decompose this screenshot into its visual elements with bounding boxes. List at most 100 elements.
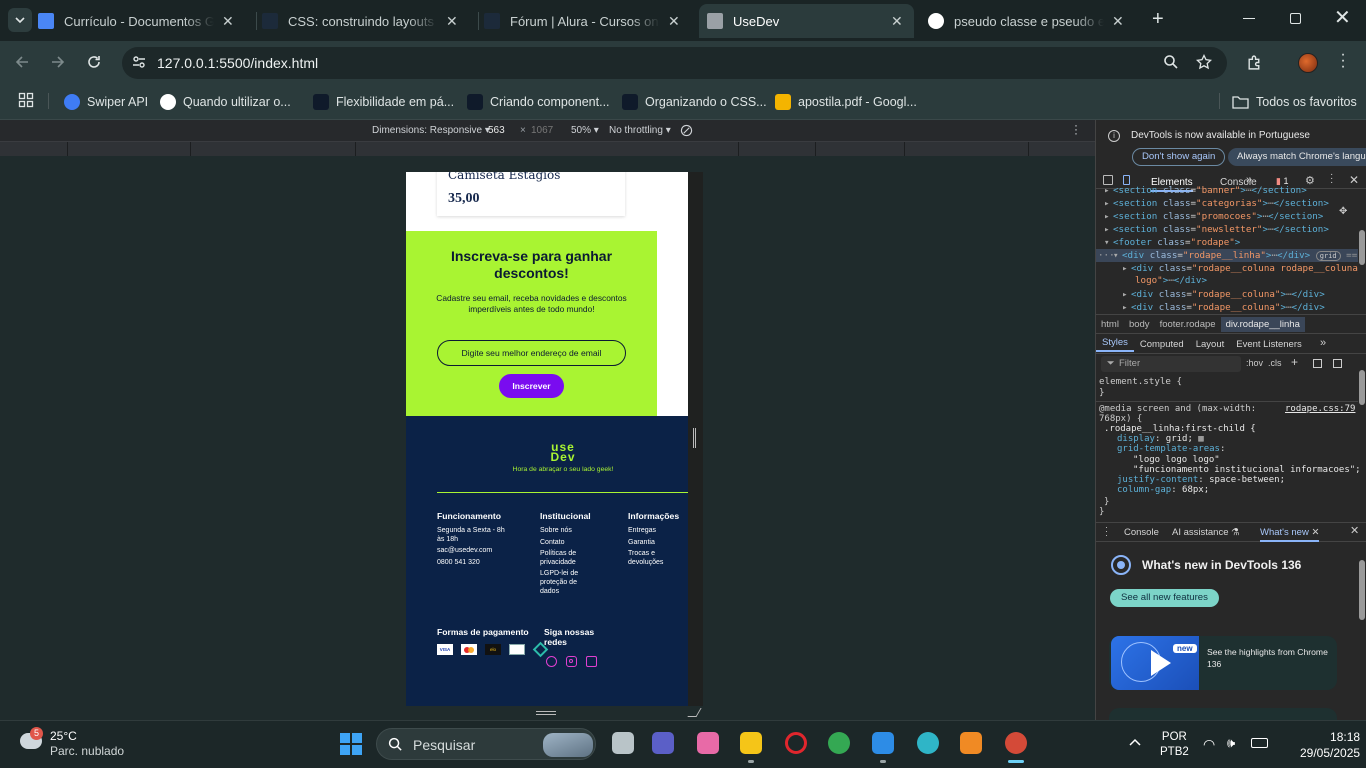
col-link[interactable]: LGPD-lei de proteção de dados <box>540 570 590 596</box>
rule-selector[interactable]: .rodape__linha:first-child { <box>1104 424 1256 434</box>
width-input[interactable]: 563 <box>488 125 505 136</box>
dom-node[interactable]: ▾ <div class="rodape__linha">⋯</div> grid… <box>1096 249 1358 262</box>
devtools-menu-icon[interactable]: · · · <box>1330 170 1333 188</box>
forward-button[interactable] <box>50 54 66 75</box>
site-logo[interactable]: use Dev <box>543 441 583 463</box>
email-input[interactable]: Digite seu melhor endereço de email <box>437 340 626 366</box>
edge-icon[interactable] <box>917 732 939 754</box>
col-link[interactable]: Trocas e devoluções <box>628 550 674 567</box>
tab-3[interactable]: Fórum | Alura - Cursos onlin ✕ <box>484 4 684 38</box>
maximize-button[interactable] <box>1290 13 1301 24</box>
drawer-tab-console[interactable]: Console <box>1124 527 1159 538</box>
tab-1[interactable]: Currículo - Documentos Goo ✕ <box>38 4 238 38</box>
dimensions-dropdown[interactable]: Dimensions: Responsive ▾ <box>372 125 490 136</box>
bookmark-star-icon[interactable] <box>1195 53 1213 75</box>
css-declaration[interactable]: display: grid; ▦ <box>1117 434 1361 444</box>
clock[interactable]: 18:18 29/05/2025 <box>1300 729 1360 761</box>
expand-arrow-icon[interactable]: ▸ <box>1122 288 1128 301</box>
dom-node[interactable]: ▸ <div class="rodape__coluna rodape__colu… <box>1096 262 1358 275</box>
css-declaration[interactable]: "logo logo logo" <box>1117 455 1361 465</box>
back-button[interactable] <box>14 54 30 75</box>
styles-tab[interactable]: Event Listeners <box>1230 339 1307 350</box>
device-toggle-icon[interactable] <box>1123 175 1130 185</box>
dom-node[interactable]: ▸ <div class="rodape__coluna">⋯</div> <box>1096 301 1358 312</box>
dom-node-continuation[interactable]: logo">⋯</div> <box>1135 275 1207 286</box>
add-rule-icon[interactable]: + <box>1291 355 1298 369</box>
new-tab-button[interactable]: + <box>1152 9 1170 29</box>
bookmark-item[interactable]: Organizando o CSS... <box>622 91 767 113</box>
close-tab-icon[interactable]: ✕ <box>1112 13 1124 30</box>
col-link[interactable]: Entregas <box>628 527 688 536</box>
styles-scrollbar[interactable] <box>1359 370 1365 405</box>
drawer-tab-ai[interactable]: AI assistance ⚗ <box>1172 527 1240 538</box>
bookmark-item[interactable]: Criando component... <box>467 91 610 113</box>
inspect-element-icon[interactable] <box>1103 175 1113 185</box>
expand-arrow-icon[interactable]: ▸ <box>1104 223 1110 236</box>
instagram-icon[interactable] <box>566 656 577 667</box>
bookmark-item[interactable]: Flexibilidade em pá... <box>313 91 454 113</box>
css-declaration[interactable]: column-gap: 68px; <box>1117 485 1361 495</box>
close-tab-icon[interactable]: ✕ <box>446 13 458 30</box>
styles-tab[interactable]: Styles <box>1096 337 1134 352</box>
bookmark-item[interactable]: Swiper API <box>64 91 148 113</box>
file-explorer-icon[interactable] <box>612 732 634 754</box>
language-indicator[interactable]: POR PTB2 <box>1160 730 1189 760</box>
close-tab-icon[interactable]: ✕ <box>222 13 234 30</box>
throttle-dropdown[interactable]: No throttling ▾ <box>609 125 671 136</box>
close-devtools-icon[interactable]: ✕ <box>1349 173 1359 187</box>
bottom-resize-handle[interactable] <box>536 711 556 715</box>
address-text[interactable]: 127.0.0.1:5500/index.html <box>157 55 318 71</box>
product-card[interactable]: Camiseta Estágios 35,00 <box>437 172 625 216</box>
see-all-features-button[interactable]: See all new features <box>1110 589 1219 607</box>
drawer-scrollbar[interactable] <box>1359 560 1365 620</box>
css-declaration[interactable]: justify-content: space-between; <box>1117 475 1361 485</box>
expand-arrow-icon[interactable]: ▸ <box>1122 262 1128 275</box>
breadcrumb-item[interactable]: body <box>1124 317 1155 332</box>
vscode-icon[interactable] <box>872 732 894 754</box>
minimize-button[interactable] <box>1243 18 1255 19</box>
folder-icon[interactable] <box>740 732 762 754</box>
dom-node[interactable]: ▸ <div class="rodape__coluna">⋯</div> <box>1096 288 1358 301</box>
expand-arrow-icon[interactable]: ▸ <box>1104 210 1110 223</box>
blender-icon[interactable] <box>960 732 982 754</box>
dom-node[interactable]: ▸ <section class="promocoes">⋯</section> <box>1096 210 1358 223</box>
rotate-icon[interactable] <box>680 124 693 140</box>
close-tab-icon[interactable]: ✕ <box>1311 527 1319 538</box>
taskbar-search[interactable]: Pesquisar <box>376 728 596 760</box>
profile-avatar[interactable] <box>1298 53 1318 73</box>
expand-arrow-icon[interactable]: ▸ <box>1104 197 1110 210</box>
tiktok-icon[interactable] <box>586 656 597 667</box>
new-style-icon[interactable]: ✥ <box>1339 206 1347 217</box>
css-declaration[interactable]: grid-template-areas: <box>1117 444 1361 454</box>
col-item[interactable]: sac@usedev.com <box>437 547 532 556</box>
rule-source-link[interactable]: rodape.css:79 <box>1285 404 1355 414</box>
extensions-icon[interactable] <box>1246 54 1263 76</box>
dont-show-button[interactable]: Don't show again <box>1132 148 1226 166</box>
cls-toggle[interactable]: .cls <box>1268 358 1282 368</box>
close-drawer-icon[interactable]: ✕ <box>1350 524 1359 537</box>
drawer-tab-whats-new[interactable]: What's new ✕ <box>1260 527 1320 542</box>
styles-tab[interactable]: Layout <box>1190 339 1231 350</box>
chrome-icon[interactable] <box>828 732 850 754</box>
dom-scrollbar[interactable] <box>1359 230 1365 265</box>
close-tab-icon[interactable]: ✕ <box>891 13 903 30</box>
opera-icon[interactable] <box>785 732 807 754</box>
close-window-button[interactable]: ✕ <box>1334 8 1351 28</box>
col-link[interactable]: Políticas de privacidade <box>540 550 592 567</box>
dom-node[interactable]: ▾ <footer class="rodape"> <box>1096 236 1358 249</box>
start-button[interactable] <box>340 733 362 755</box>
height-input[interactable]: 1067 <box>531 125 553 136</box>
dom-node[interactable]: ▸ <section class="newsletter">⋯</section> <box>1096 223 1358 236</box>
hov-toggle[interactable]: :hov <box>1246 358 1263 368</box>
breadcrumb-item[interactable]: html <box>1096 317 1124 332</box>
all-bookmarks-folder[interactable]: Todos os favoritos <box>1232 91 1357 113</box>
close-tab-icon[interactable]: ✕ <box>668 13 680 30</box>
css-declaration[interactable]: "funcionamento institucional informacoes… <box>1117 465 1361 475</box>
computed-toggle-icon[interactable] <box>1313 359 1322 368</box>
col-link[interactable]: Contato <box>540 539 610 548</box>
sidebar-toggle-icon[interactable] <box>1333 359 1342 368</box>
whatsapp-icon[interactable] <box>546 656 557 667</box>
device-toolbar-menu-icon[interactable]: · · · <box>1074 119 1078 139</box>
styles-filter[interactable]: ⏷ Filter <box>1101 356 1241 372</box>
dom-node[interactable]: ▸ <section class="categorias">⋯</section> <box>1096 197 1358 210</box>
